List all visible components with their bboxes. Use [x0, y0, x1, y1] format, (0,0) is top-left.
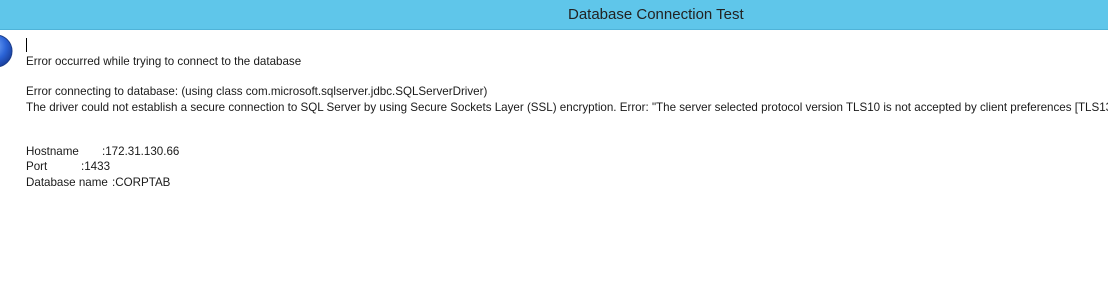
title-bar[interactable]: Database Connection Test: [0, 0, 1108, 30]
hostname-label: Hostname: [26, 145, 79, 158]
error-heading: Error occurred while trying to connect t…: [26, 55, 302, 68]
hostname-value: :172.31.130.66: [102, 145, 180, 158]
error-detail-line-2: The driver could not establish a secure …: [26, 101, 1108, 114]
error-detail-line-1: Error connecting to database: (using cla…: [26, 85, 488, 98]
text-cursor: [26, 38, 27, 52]
database-connection-test-window: Database Connection Test Error occurred …: [0, 0, 1108, 294]
window-title: Database Connection Test: [568, 6, 744, 23]
database-name-value: :CORPTAB: [112, 176, 171, 189]
hostname-row: Hostname :172.31.130.66: [26, 145, 179, 158]
database-name-label: Database name: [26, 176, 108, 189]
port-label: Port: [26, 160, 48, 173]
port-value: :1433: [81, 160, 111, 173]
info-icon: [0, 34, 13, 68]
database-name-row: Database name :CORPTAB: [26, 176, 170, 189]
port-row: Port :1433: [26, 160, 110, 173]
